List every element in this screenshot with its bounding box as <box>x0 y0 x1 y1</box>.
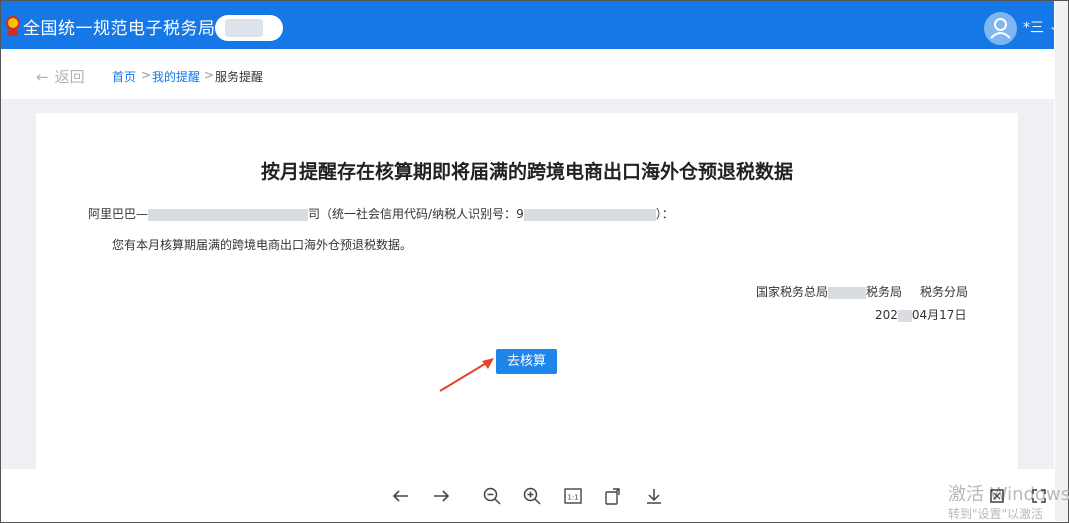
tax-emblem-icon <box>6 16 20 36</box>
breadcrumb-separator: > <box>204 68 215 82</box>
fullscreen-icon[interactable] <box>1031 488 1047 504</box>
zoom-out-icon[interactable] <box>482 486 502 506</box>
download-icon[interactable] <box>644 486 664 506</box>
user-name[interactable]: *三 <box>1023 17 1044 37</box>
breadcrumb-home[interactable]: 首页 <box>112 68 136 85</box>
arrow-right-icon[interactable] <box>431 486 451 506</box>
annotation-arrow-icon <box>439 358 494 392</box>
notice-message: 您有本月核算期届满的跨境电商出口海外仓预退税数据。 <box>112 238 413 252</box>
sign-org-redacted <box>828 286 867 299</box>
sign-org-part: 税务分局 <box>920 285 969 299</box>
company-name-redacted <box>148 208 309 221</box>
app-title: 全国统一规范电子税务局 <box>23 19 216 39</box>
zoom-in-icon[interactable] <box>522 486 542 506</box>
region-selector[interactable] <box>215 15 283 41</box>
actual-size-icon[interactable]: 1:1 <box>563 486 583 506</box>
breadcrumb-separator: > <box>141 68 152 82</box>
credit-code-end: ）： <box>655 207 674 221</box>
screenshot-icon[interactable] <box>989 488 1005 504</box>
sign-org-gap <box>902 286 921 299</box>
actual-size-label: 1:1 <box>567 494 578 502</box>
credit-code-label: （统一社会信用代码/纳税人识别号： <box>320 207 517 221</box>
credit-code-prefix: 9 <box>516 207 524 221</box>
sign-date-part: 04月17日 <box>911 308 967 322</box>
arrow-left-icon[interactable] <box>391 486 411 506</box>
sign-date-part: 202 <box>875 308 898 322</box>
addressee-line: 阿里巴巴— 司（统一社会信用代码/纳税人识别号：9 ）： <box>88 205 674 222</box>
notice-title: 按月提醒存在核算期即将届满的跨境电商出口海外仓预退税数据 <box>260 161 793 183</box>
company-name-suffix: 司 <box>308 207 321 221</box>
back-button[interactable]: ← 返回 <box>36 66 85 87</box>
sign-org-part: 税务局 <box>866 285 903 299</box>
rotate-icon[interactable] <box>603 486 623 506</box>
activation-watermark-sub: 转到"设置"以激活 <box>948 507 1044 521</box>
top-header: 全国统一规范电子税务局 *三 ⌄ <box>1 1 1059 49</box>
signing-date: 202 04月17日 <box>875 306 966 323</box>
sign-date-redacted <box>897 309 912 322</box>
arrow-left-icon: ← <box>36 68 49 86</box>
company-name-prefix: 阿里巴巴— <box>88 207 149 221</box>
breadcrumb-current: 服务提醒 <box>215 70 264 84</box>
scrollbar[interactable] <box>1055 1 1068 521</box>
go-calculate-button[interactable]: 去核算 <box>496 349 557 374</box>
back-label: 返回 <box>54 68 85 86</box>
sign-org-part: 国家税务总局 <box>756 285 829 299</box>
region-redacted <box>225 19 263 37</box>
activation-watermark: 激活 Windows <box>948 484 1069 505</box>
breadcrumb-my-reminders[interactable]: 我的提醒 <box>152 68 200 85</box>
signing-authority: 国家税务总局 税务局 税务分局 <box>756 283 968 300</box>
user-avatar[interactable] <box>984 12 1017 45</box>
user-icon <box>990 18 1011 39</box>
credit-code-redacted <box>523 208 656 221</box>
